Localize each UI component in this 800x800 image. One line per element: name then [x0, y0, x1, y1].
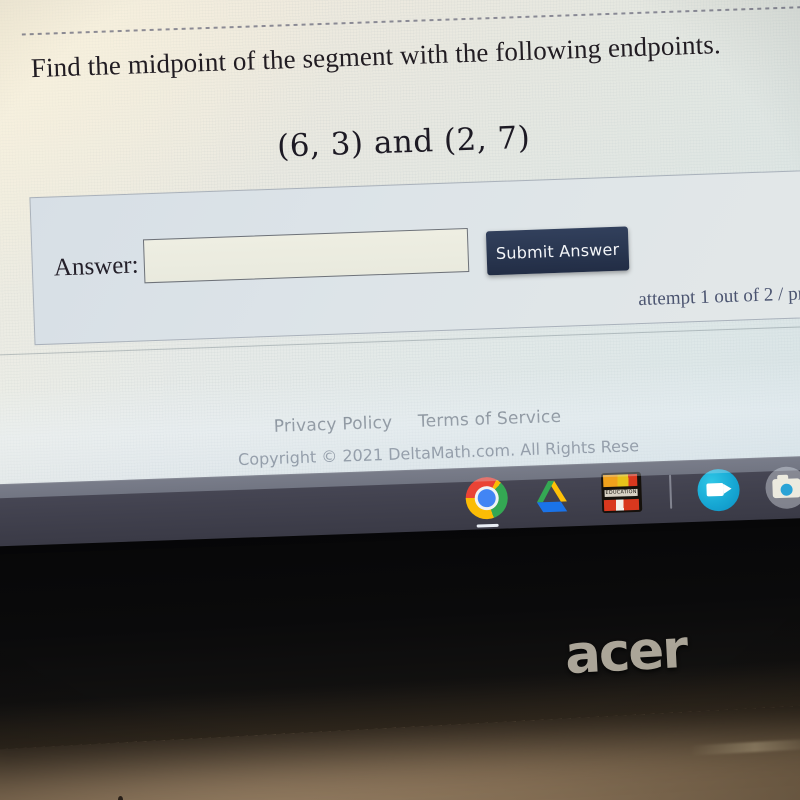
- taskbar-item-camera[interactable]: [764, 465, 800, 510]
- taskbar-separator: [669, 474, 673, 509]
- taskbar-item-education-app[interactable]: EDUCATION: [600, 471, 644, 515]
- laptop-screen: Find the midpoint of the segment with th…: [0, 0, 800, 520]
- education-app-icon: EDUCATION: [600, 471, 643, 514]
- problem-prompt: Find the midpoint of the segment with th…: [30, 29, 722, 84]
- taskbar-item-zoom[interactable]: [696, 468, 741, 512]
- camera-icon: [764, 465, 800, 510]
- submit-answer-button[interactable]: Submit Answer: [485, 226, 630, 276]
- acer-brand-logo: acer: [563, 618, 688, 687]
- answer-label: Answer:: [53, 251, 140, 282]
- video-camera-glyph: [706, 482, 724, 497]
- google-drive-icon: [533, 474, 576, 517]
- education-icon-bottom-band: [603, 498, 640, 512]
- taskbar-icon-group: EDUCATION: [464, 458, 800, 528]
- terms-of-service-link[interactable]: Terms of Service: [418, 407, 562, 432]
- taskbar-item-google-drive[interactable]: [533, 474, 576, 517]
- chrome-icon: [464, 476, 509, 520]
- photo-of-laptop-screen: acer Find the midpoint of the segment wi…: [0, 0, 800, 800]
- zoom-icon: [696, 468, 741, 512]
- desk-speck: [118, 796, 123, 800]
- education-icon-top-band: [602, 473, 638, 488]
- active-app-indicator: [476, 523, 499, 528]
- education-icon-label: EDUCATION: [604, 488, 638, 498]
- problem-expression: (6, 3) and (2, 7): [276, 119, 531, 165]
- taskbar-item-chrome[interactable]: [464, 476, 509, 528]
- privacy-policy-link[interactable]: Privacy Policy: [273, 413, 392, 437]
